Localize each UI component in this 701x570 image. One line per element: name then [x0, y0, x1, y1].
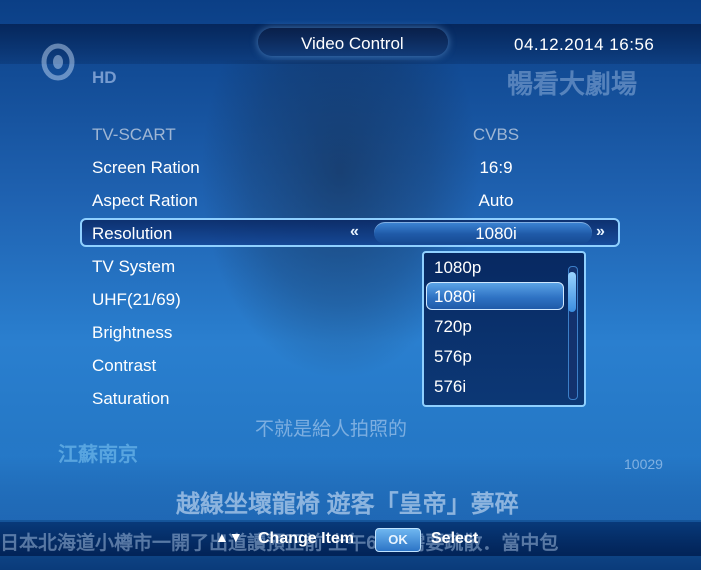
- right-arrow-icon[interactable]: »: [596, 223, 605, 241]
- left-arrow-icon[interactable]: «: [350, 223, 359, 241]
- menu-item-brightness[interactable]: Brightness: [92, 323, 172, 343]
- aspect-ration-value[interactable]: Auto: [436, 191, 556, 211]
- dropdown-scroll-thumb[interactable]: [568, 272, 576, 312]
- screen-ration-value[interactable]: 16:9: [436, 158, 556, 178]
- menu-item-resolution[interactable]: Resolution: [92, 224, 172, 244]
- dropdown-option-720p[interactable]: 720p: [434, 317, 472, 337]
- dropdown-option-1080p[interactable]: 1080p: [434, 258, 481, 278]
- tv-scart-value: CVBS: [472, 125, 520, 144]
- background-headline: 越線坐壞龍椅 遊客「皇帝」夢碎: [176, 491, 519, 518]
- page-title: Video Control: [301, 34, 404, 53]
- background-counter: 10029: [624, 456, 663, 472]
- menu-item-saturation[interactable]: Saturation: [92, 389, 170, 409]
- menu-item-contrast[interactable]: Contrast: [92, 356, 156, 376]
- up-down-arrows-icon: ▲▼: [215, 529, 243, 545]
- dropdown-option-576p[interactable]: 576p: [434, 347, 472, 367]
- menu-item-screen-ration[interactable]: Screen Ration: [92, 158, 200, 178]
- background-subtitle: 不就是給人拍照的: [255, 419, 408, 440]
- help-select-label: Select: [431, 530, 479, 547]
- ok-key-icon: OK: [375, 528, 421, 552]
- menu-item-tv-system[interactable]: TV System: [92, 257, 175, 277]
- dropdown-option-576i[interactable]: 576i: [434, 377, 466, 397]
- resolution-value[interactable]: 1080i: [436, 224, 556, 244]
- hd-badge: HD: [92, 68, 117, 87]
- date-time: 04.12.2014 16:56: [514, 35, 655, 54]
- background-logo-text: 江蘇南京: [58, 444, 138, 466]
- menu-item-tv-scart: TV-SCART: [92, 125, 176, 144]
- dropdown-option-1080i[interactable]: 1080i: [434, 287, 476, 307]
- channel-logo-icon: [41, 43, 75, 81]
- background-channel-text: 暢看大劇場: [507, 69, 638, 99]
- menu-item-uhf[interactable]: UHF(21/69): [92, 290, 181, 310]
- help-change-item-label: Change Item: [258, 530, 355, 547]
- menu-item-aspect-ration[interactable]: Aspect Ration: [92, 191, 198, 211]
